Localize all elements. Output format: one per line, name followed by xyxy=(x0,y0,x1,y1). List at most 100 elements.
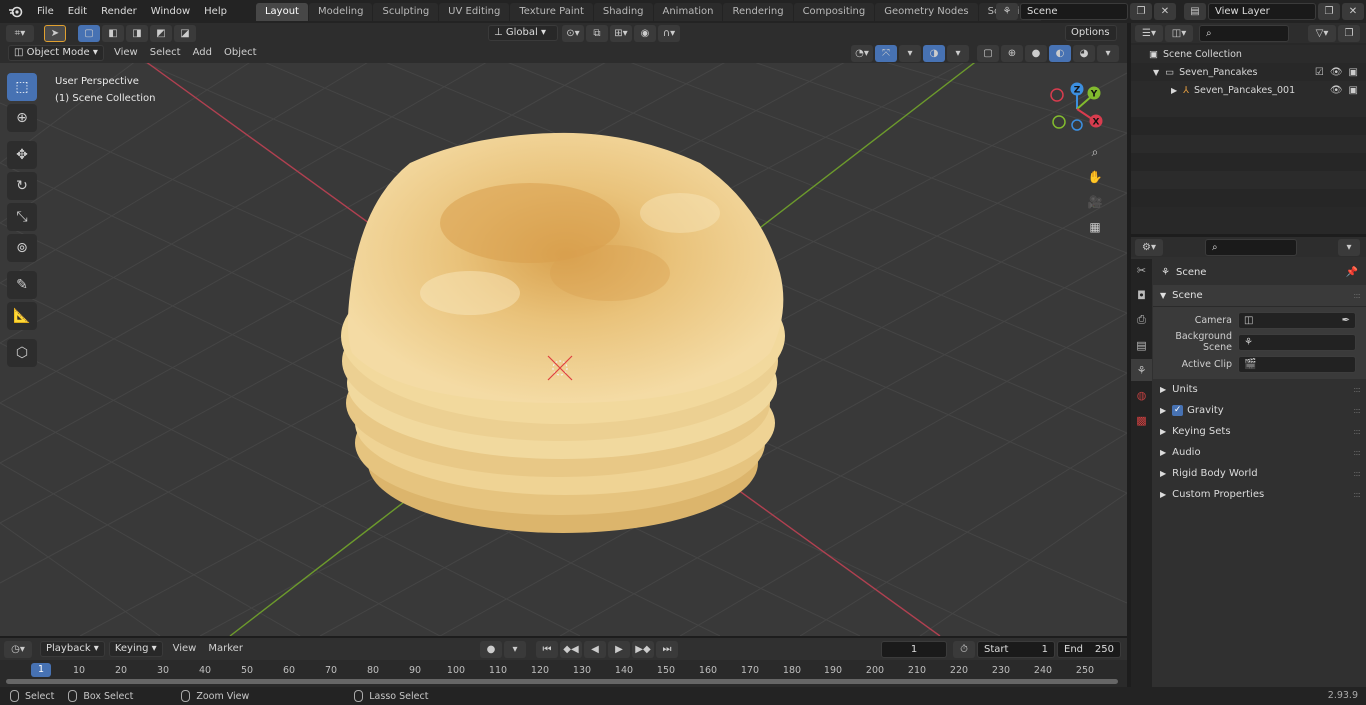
audio-subpanel[interactable]: ▶ Audio :::: xyxy=(1153,442,1366,463)
overlay-dropdown-icon[interactable]: ▾ xyxy=(947,44,969,62)
properties-editor-type-icon[interactable]: ⚙▾ xyxy=(1135,238,1163,256)
next-keyframe-icon[interactable]: ▶◆ xyxy=(632,640,654,658)
keying-menu[interactable]: Keying ▾ xyxy=(108,641,163,657)
viewport-menu-view[interactable]: View xyxy=(108,43,144,63)
gizmo-dropdown-icon[interactable]: ▾ xyxy=(899,44,921,62)
tab-uv-editing[interactable]: UV Editing xyxy=(439,2,510,21)
render-camera-icon[interactable]: ▣ xyxy=(1349,85,1358,96)
view-layer-icon[interactable]: ▤ xyxy=(1184,3,1206,20)
display-mode-icon[interactable]: ◫▾ xyxy=(1165,24,1193,42)
select-invert-icon[interactable]: ◩ xyxy=(150,24,172,42)
select-box-tool-icon[interactable]: ⬚ xyxy=(7,73,37,101)
delete-view-layer-icon[interactable]: ✕ xyxy=(1342,3,1364,20)
xray-icon[interactable]: ▢ xyxy=(977,44,999,62)
overlay-toggle-icon[interactable]: ◑ xyxy=(923,44,945,62)
add-cube-tool-icon[interactable]: ⬡ xyxy=(7,339,37,367)
solid-shading-icon[interactable]: ● xyxy=(1025,44,1047,62)
snap-target-icon[interactable]: ⊞▾ xyxy=(610,24,632,42)
menu-help[interactable]: Help xyxy=(197,0,234,23)
play-icon[interactable]: ▶ xyxy=(608,640,630,658)
select-extend-icon[interactable]: ◧ xyxy=(102,24,124,42)
falloff-icon[interactable]: ∩▾ xyxy=(658,24,680,42)
menu-window[interactable]: Window xyxy=(144,0,197,23)
perspective-toggle-icon[interactable]: ▦ xyxy=(1084,216,1106,238)
panel-grip-icon[interactable]: :::: xyxy=(1353,448,1361,457)
properties-search-input[interactable]: ⌕ xyxy=(1205,238,1297,256)
panel-grip-icon[interactable]: :::: xyxy=(1353,406,1361,415)
transform-orientation-select[interactable]: ⊥ Global ▾ xyxy=(488,25,558,41)
outliner-editor-type-icon[interactable]: ☰▾ xyxy=(1135,24,1163,42)
viewport-menu-add[interactable]: Add xyxy=(187,43,218,63)
menu-edit[interactable]: Edit xyxy=(61,0,94,23)
tab-geometry-nodes[interactable]: Geometry Nodes xyxy=(875,2,978,21)
select-new-icon[interactable]: ▢ xyxy=(78,24,100,42)
current-frame-indicator[interactable]: 1 xyxy=(31,663,51,677)
gravity-checkbox[interactable]: ✓ xyxy=(1172,405,1184,416)
record-icon[interactable]: ● xyxy=(480,640,502,658)
visibility-icon[interactable]: ◔▾ xyxy=(851,44,873,62)
new-collection-icon[interactable]: ❐ xyxy=(1338,24,1360,42)
gizmo-toggle-icon[interactable]: ⤧ xyxy=(875,44,897,62)
custom-properties-subpanel[interactable]: ▶ Custom Properties :::: xyxy=(1153,484,1366,505)
navigation-gizmo[interactable]: Z Y X ⌕ ✋ 🎥 ▦ xyxy=(1037,79,1117,279)
output-tab-icon[interactable]: ⎙ xyxy=(1131,309,1152,331)
tab-shading[interactable]: Shading xyxy=(593,2,653,21)
render-camera-icon[interactable]: ▣ xyxy=(1349,67,1358,78)
transform-tool-icon[interactable]: ⊚ xyxy=(7,234,37,262)
active-clip-field[interactable]: 🎬 xyxy=(1238,355,1356,373)
tab-sculpting[interactable]: Sculpting xyxy=(373,2,439,21)
exclude-checkbox-icon[interactable]: ☑ xyxy=(1315,67,1324,78)
record-dropdown-icon[interactable]: ▾ xyxy=(504,640,526,658)
stopwatch-icon[interactable]: ⏱ xyxy=(953,640,975,658)
axis-gizmo[interactable]: Z Y X xyxy=(1037,79,1117,139)
rotate-tool-icon[interactable]: ↻ xyxy=(7,172,37,200)
properties-options-icon[interactable]: ▾ xyxy=(1338,238,1360,256)
tree-row-collection[interactable]: ▼ ▭ Seven_Pancakes ☑ 👁 ▣ xyxy=(1131,63,1366,81)
background-scene-field[interactable]: ⚘ xyxy=(1238,333,1356,351)
visibility-eye-icon[interactable]: 👁 xyxy=(1330,85,1343,96)
panel-grip-icon[interactable]: :::: xyxy=(1353,490,1361,499)
tab-rendering[interactable]: Rendering xyxy=(723,2,793,21)
world-tab-icon[interactable]: ◍ xyxy=(1131,384,1152,406)
visibility-eye-icon[interactable]: 👁 xyxy=(1330,67,1343,78)
gravity-subpanel[interactable]: ▶ ✓ Gravity :::: xyxy=(1153,400,1366,421)
viewport-menu-object[interactable]: Object xyxy=(218,43,263,63)
annotate-tool-icon[interactable]: ✎ xyxy=(7,271,37,299)
timeline-menu-marker[interactable]: Marker xyxy=(202,638,249,660)
pin-icon[interactable]: 📌 xyxy=(1346,267,1358,278)
camera-field[interactable]: ◫ ✒ xyxy=(1238,311,1356,329)
zoom-icon[interactable]: ⌕ xyxy=(1084,141,1106,163)
scene-name-field[interactable]: Scene xyxy=(1020,3,1128,20)
blender-logo-icon[interactable] xyxy=(0,0,30,23)
shading-dropdown-icon[interactable]: ▾ xyxy=(1097,44,1119,62)
texture-tab-icon[interactable]: ▩ xyxy=(1131,409,1152,431)
panel-grip-icon[interactable]: :::: xyxy=(1353,291,1361,300)
panel-grip-icon[interactable]: :::: xyxy=(1353,385,1361,394)
3d-viewport[interactable]: ◫ Object Mode ▾ View Select Add Object ◔… xyxy=(0,43,1127,636)
eyedropper-icon[interactable]: ✒ xyxy=(1342,315,1350,326)
scene-panel-header[interactable]: ▼ Scene :::: xyxy=(1153,285,1366,307)
play-reverse-icon[interactable]: ◀ xyxy=(584,640,606,658)
pan-hand-icon[interactable]: ✋ xyxy=(1084,166,1106,188)
tab-modeling[interactable]: Modeling xyxy=(308,2,373,21)
new-view-layer-icon[interactable]: ❐ xyxy=(1318,3,1340,20)
material-shading-icon[interactable]: ◐ xyxy=(1049,44,1071,62)
camera-view-icon[interactable]: 🎥 xyxy=(1084,191,1106,213)
proportional-edit-icon[interactable]: ◉ xyxy=(634,24,656,42)
current-frame-field[interactable]: 1 xyxy=(881,640,947,658)
scene-type-icon[interactable]: ⚘ xyxy=(996,3,1018,20)
tab-texture-paint[interactable]: Texture Paint xyxy=(510,2,593,21)
cursor-tool-icon[interactable]: ⊕ xyxy=(7,104,37,132)
jump-start-icon[interactable]: ⏮ xyxy=(536,640,558,658)
scale-tool-icon[interactable]: ⤡ xyxy=(7,203,37,231)
tool-tab-icon[interactable]: ✂ xyxy=(1131,259,1152,281)
viewport-menu-select[interactable]: Select xyxy=(144,43,187,63)
options-dropdown[interactable]: Options ▾ xyxy=(1065,25,1117,52)
select-subtract-icon[interactable]: ◨ xyxy=(126,24,148,42)
rendered-shading-icon[interactable]: ◕ xyxy=(1073,44,1095,62)
expand-arrow-icon[interactable]: ▼ xyxy=(1153,68,1159,77)
tab-animation[interactable]: Animation xyxy=(653,2,723,21)
panel-grip-icon[interactable]: :::: xyxy=(1353,427,1361,436)
filter-icon[interactable]: ▽▾ xyxy=(1308,24,1336,42)
select-tool-icon[interactable]: ➤ xyxy=(44,24,66,42)
